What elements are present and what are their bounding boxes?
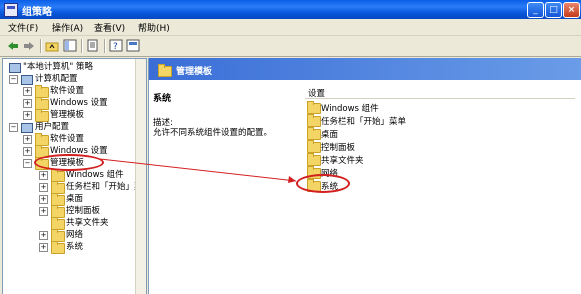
tree-item-windows-components[interactable]: Windows 组件 xyxy=(66,170,124,180)
collapse-icon[interactable]: − xyxy=(9,123,18,132)
tree-item-computer-config[interactable]: 计算机配置 xyxy=(35,74,78,84)
title-bar[interactable]: 组策略 _ □ × xyxy=(0,0,581,19)
settings-list: 设置 Windows 组件 任务栏和「开始」菜单 桌面 控制面板 共享文件夹 网… xyxy=(305,82,581,294)
list-item-label: 网络 xyxy=(321,169,339,179)
show-tree-icon[interactable] xyxy=(63,39,78,53)
folder-icon xyxy=(35,109,49,122)
tree-item-taskbar-start-menu[interactable]: 任务栏和「开始」菜 xyxy=(66,182,143,192)
list-item-label: 控制面板 xyxy=(321,143,356,153)
forward-icon[interactable] xyxy=(22,39,37,53)
folder-icon xyxy=(35,157,49,170)
description-text: 允许不同系统组件设置的配置。 xyxy=(153,128,273,138)
tree-item-windows-settings[interactable]: Windows 设置 xyxy=(50,146,108,156)
expand-icon[interactable]: + xyxy=(39,231,48,240)
maximize-button[interactable]: □ xyxy=(545,2,562,18)
details-pane: 管理模板 系统 描述: 允许不同系统组件设置的配置。 设置 Windows 组件… xyxy=(148,58,581,294)
folder-icon xyxy=(307,179,321,192)
list-item-label: 系统 xyxy=(321,182,339,192)
tree-item-user-config[interactable]: 用户配置 xyxy=(35,122,69,132)
svg-text:?: ? xyxy=(113,42,118,52)
user-icon xyxy=(21,123,33,133)
expand-icon[interactable]: + xyxy=(39,183,48,192)
list-item-label: 共享文件夹 xyxy=(321,156,364,166)
folder-icon xyxy=(307,166,321,179)
expand-icon[interactable]: + xyxy=(23,147,32,156)
tree-item-admin-templates[interactable]: 管理模板 xyxy=(50,110,84,120)
export-icon[interactable] xyxy=(86,39,101,53)
tree-item-software-settings[interactable]: 软件设置 xyxy=(50,86,84,96)
back-icon[interactable] xyxy=(5,39,20,53)
up-folder-icon[interactable] xyxy=(45,39,60,53)
toolbar-separator xyxy=(40,39,42,53)
collapse-icon[interactable]: − xyxy=(23,159,32,168)
expand-icon[interactable]: + xyxy=(23,135,32,144)
folder-icon xyxy=(51,241,65,254)
expand-icon[interactable]: + xyxy=(23,87,32,96)
tree-scrollbar[interactable] xyxy=(135,59,146,294)
properties-icon[interactable] xyxy=(126,39,141,53)
details-header-title: 管理模板 xyxy=(176,67,213,77)
tree-item-desktop[interactable]: 桌面 xyxy=(66,194,83,204)
folder-icon xyxy=(307,140,321,153)
window-title: 组策略 xyxy=(22,7,52,18)
group-policy-window: 组策略 _ □ × 文件(F) 操作(A) 查看(V) 帮助(H) ? "本地计… xyxy=(0,0,581,294)
expand-icon[interactable]: + xyxy=(39,207,48,216)
folder-icon xyxy=(158,64,172,77)
menu-file[interactable]: 文件(F) xyxy=(8,21,38,34)
menu-action[interactable]: 操作(A) xyxy=(52,21,83,34)
app-icon xyxy=(4,3,18,17)
collapse-icon[interactable]: − xyxy=(9,75,18,84)
tree-item-admin-templates-selected[interactable]: 管理模板 xyxy=(50,158,84,168)
expand-icon[interactable]: + xyxy=(23,99,32,108)
minimize-button[interactable]: _ xyxy=(527,2,544,18)
expand-icon[interactable]: + xyxy=(39,243,48,252)
menu-help[interactable]: 帮助(H) xyxy=(138,21,170,34)
folder-icon xyxy=(307,127,321,140)
description-panel: 系统 描述: 允许不同系统组件设置的配置。 xyxy=(149,82,300,294)
tree-item-network[interactable]: 网络 xyxy=(66,230,83,240)
folder-icon xyxy=(307,114,321,127)
selected-item-name: 系统 xyxy=(153,94,172,104)
expand-icon[interactable]: + xyxy=(39,171,48,180)
toolbar-separator xyxy=(104,39,106,53)
folder-icon xyxy=(307,101,321,114)
tree-pane[interactable]: "本地计算机" 策略 − 计算机配置 + 软件设置 + Windows 设置 +… xyxy=(2,58,147,294)
settings-column-header[interactable]: 设置 xyxy=(305,86,575,99)
help-icon[interactable]: ? xyxy=(109,39,124,53)
tree-item-system[interactable]: 系统 xyxy=(66,242,83,252)
tree-item-shared-folders[interactable]: 共享文件夹 xyxy=(66,218,109,228)
toolbar: ? xyxy=(0,36,581,57)
close-button[interactable]: × xyxy=(563,2,580,18)
list-item-label: Windows 组件 xyxy=(321,104,379,114)
expand-icon[interactable]: + xyxy=(23,111,32,120)
computer-icon xyxy=(21,75,33,85)
tree-root-label[interactable]: "本地计算机" 策略 xyxy=(23,62,93,72)
list-item-label: 任务栏和「开始」菜单 xyxy=(321,117,407,127)
expand-icon[interactable]: + xyxy=(39,195,48,204)
tree-item-windows-settings[interactable]: Windows 设置 xyxy=(50,98,108,108)
settings-column-label: 设置 xyxy=(308,89,326,99)
menu-view[interactable]: 查看(V) xyxy=(94,21,125,34)
folder-icon xyxy=(307,153,321,166)
list-item-label: 桌面 xyxy=(321,130,339,140)
menu-bar: 文件(F) 操作(A) 查看(V) 帮助(H) xyxy=(0,19,581,36)
toolbar-separator xyxy=(81,39,83,53)
tree-item-control-panel[interactable]: 控制面板 xyxy=(66,206,100,216)
policy-root-icon xyxy=(9,63,21,73)
details-header: 管理模板 xyxy=(149,58,581,80)
tree-item-software-settings[interactable]: 软件设置 xyxy=(50,134,84,144)
